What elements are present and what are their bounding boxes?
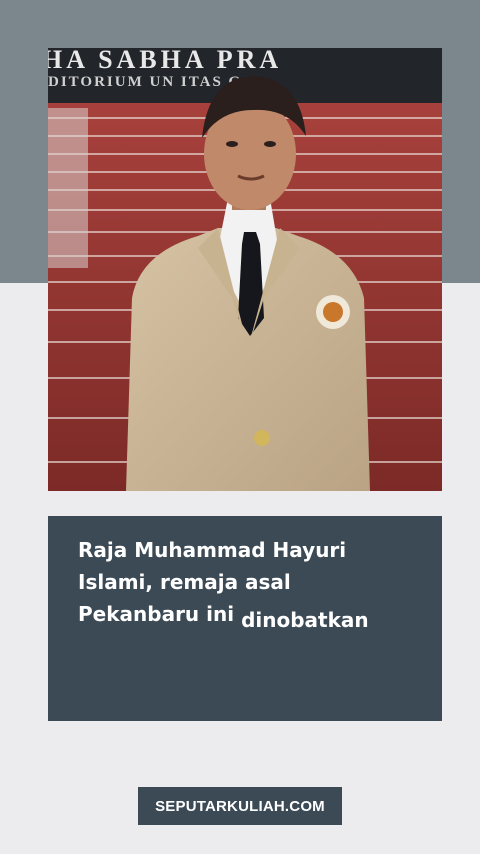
caption-line-3b: dinobatkan xyxy=(241,608,369,632)
caption-line-3: Pekanbaru ini dinobatkan xyxy=(78,598,418,632)
caption-text: Raja Muhammad Hayuri Islami, remaja asal… xyxy=(78,534,418,638)
banner-text-top: HA SABHA PRA xyxy=(48,48,282,74)
caption-line-3a: Pekanbaru ini xyxy=(78,602,235,626)
caption-card: Raja Muhammad Hayuri Islami, remaja asal… xyxy=(48,516,442,721)
student-photo: HA SABHA PRA DITORIUM UN ITAS GA xyxy=(48,48,442,491)
brand-badge[interactable]: SEPUTARKULIAH.COM xyxy=(138,787,342,825)
caption-line-1: Raja Muhammad Hayuri xyxy=(78,538,347,562)
caption-line-2: Islami, remaja asal xyxy=(78,570,291,594)
